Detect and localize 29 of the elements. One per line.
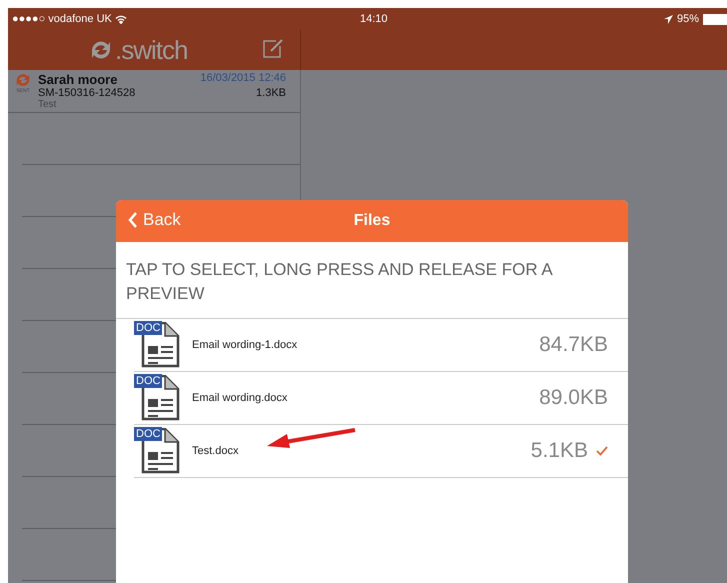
location-icon	[664, 14, 673, 24]
message-date: 16/03/2015 12:46	[200, 72, 286, 86]
clock-text: 14:10	[360, 13, 388, 25]
compose-icon[interactable]	[262, 38, 284, 58]
file-name: Email wording.docx	[192, 392, 288, 404]
file-name: Email wording-1.docx	[192, 339, 298, 351]
dialog-title: Files	[354, 212, 390, 230]
file-size: 89.0KB	[539, 386, 608, 410]
message-size: 1.3KB	[256, 87, 286, 99]
message-subject: Test	[38, 99, 58, 110]
sync-icon	[14, 72, 32, 88]
file-type-label: DOC	[134, 374, 162, 388]
logo-text: .switch	[115, 34, 188, 66]
battery-icon	[703, 14, 727, 24]
file-type-label: DOC	[134, 321, 162, 335]
wifi-icon	[114, 14, 127, 24]
carrier-text: ●●●●○ vodafone UK	[12, 13, 127, 25]
battery-text: 95%	[676, 13, 699, 25]
file-size: 84.7KB	[539, 333, 608, 357]
instruction-text: TAP TO SELECT, LONG PRESS AND RELEASE FOR A PREVIEW	[116, 242, 628, 319]
file-row[interactable]: DOC Test.docx 5.1KB	[134, 425, 628, 478]
file-type-label: DOC	[134, 427, 162, 441]
file-row[interactable]: DOC Email wording-1.docx 84.7KB	[134, 319, 628, 372]
chevron-left-icon	[128, 212, 138, 228]
sender-name: Sarah moore	[38, 72, 118, 87]
file-name: Test.docx	[192, 445, 238, 457]
file-row[interactable]: DOC Email wording.docx 89.0KB	[134, 372, 628, 425]
file-size: 5.1KB	[530, 439, 588, 463]
message-reference: SM-150316-124528	[38, 87, 136, 99]
